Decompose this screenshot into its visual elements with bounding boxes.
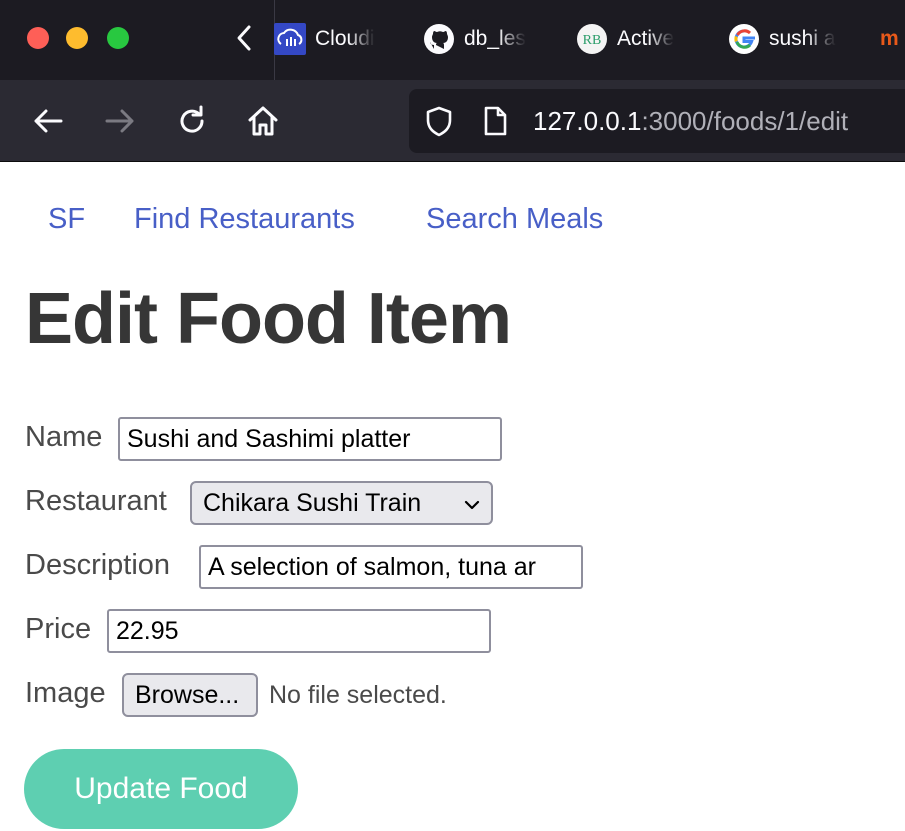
tab-scroll-left-icon[interactable] <box>232 22 258 54</box>
tab-label: db_les <box>464 27 526 50</box>
shield-icon[interactable] <box>423 105 455 137</box>
tab-label: Cloudi <box>315 27 375 50</box>
tab-github[interactable]: db_les <box>423 18 538 60</box>
tab-cloudinary[interactable]: Cloudi <box>274 18 384 60</box>
page-icon[interactable] <box>479 105 511 137</box>
price-input[interactable]: 22.95 <box>107 609 491 653</box>
price-label: Price <box>25 613 92 645</box>
browser-tab-strip: Cloudi db_les RB Active sushi a m <box>0 0 905 80</box>
tab-active[interactable]: RB Active <box>576 18 688 60</box>
page-content: SF Find Restaurants Search Meals Edit Fo… <box>0 163 905 831</box>
image-label: Image <box>25 677 106 709</box>
back-icon[interactable] <box>29 102 67 140</box>
update-food-button[interactable]: Update Food <box>24 749 298 829</box>
url-text[interactable]: 127.0.0.1:3000/foods/1/edit <box>533 106 848 137</box>
file-status-text: No file selected. <box>269 681 447 709</box>
url-host: 127.0.0.1 <box>533 106 642 136</box>
close-window-icon[interactable] <box>27 27 49 49</box>
zoom-window-icon[interactable] <box>107 27 129 49</box>
tab-partial[interactable]: m <box>880 18 905 60</box>
page-title: Edit Food Item <box>25 279 512 359</box>
rb-icon: RB <box>576 23 608 55</box>
description-label: Description <box>25 549 171 581</box>
forward-icon[interactable] <box>101 102 139 140</box>
google-icon <box>728 23 760 55</box>
tab-label: sushi a <box>769 27 836 50</box>
cloudinary-icon <box>274 23 306 55</box>
tab-label: Active <box>617 27 675 50</box>
browse-button[interactable]: Browse... <box>122 673 258 717</box>
name-label: Name <box>25 421 103 453</box>
minimize-window-icon[interactable] <box>66 27 88 49</box>
nav-brand-link[interactable]: SF <box>48 203 85 236</box>
github-icon <box>423 23 455 55</box>
url-path: :3000/foods/1/edit <box>641 106 849 136</box>
restaurant-label: Restaurant <box>25 485 167 517</box>
tab-label: m <box>880 27 899 50</box>
browser-toolbar: 127.0.0.1:3000/foods/1/edit <box>0 80 905 162</box>
nav-link-search-meals[interactable]: Search Meals <box>426 203 603 236</box>
address-bar[interactable]: 127.0.0.1:3000/foods/1/edit <box>409 89 905 153</box>
name-input[interactable]: Sushi and Sashimi platter <box>118 417 502 461</box>
chevron-down-icon <box>464 489 480 518</box>
restaurant-select[interactable]: Chikara Sushi Train <box>190 481 493 525</box>
home-icon[interactable] <box>244 102 282 140</box>
description-input[interactable]: A selection of salmon, tuna ar <box>199 545 583 589</box>
svg-text:RB: RB <box>583 33 602 48</box>
reload-icon[interactable] <box>173 102 211 140</box>
tab-google-search[interactable]: sushi a <box>728 18 840 60</box>
restaurant-selected-value: Chikara Sushi Train <box>203 488 422 517</box>
nav-link-find-restaurants[interactable]: Find Restaurants <box>134 203 355 236</box>
